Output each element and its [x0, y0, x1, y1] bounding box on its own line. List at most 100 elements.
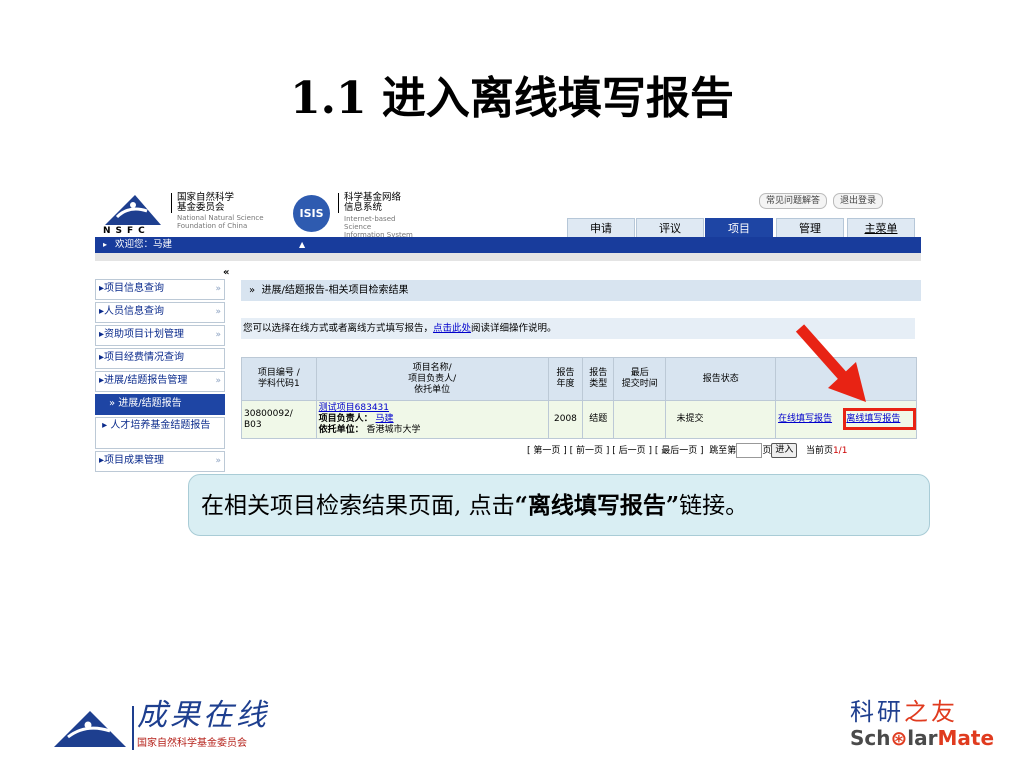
col-project-name: 项目名称/项目负责人/依托单位 — [315, 357, 549, 401]
welcome-text: 欢迎您：马建 — [115, 239, 173, 250]
footer-brand-left: 成果在线 国家自然科学基金委员会 — [137, 698, 269, 750]
divider-strip — [95, 253, 921, 261]
sidebar-collapse-icon[interactable]: « — [223, 267, 229, 278]
callout-suffix: 链接。 — [679, 493, 749, 519]
isis-en-name: Internet-based Science Information Syste… — [338, 215, 413, 239]
welcome-bar: ▸ 欢迎您：马建 ▲ — [95, 237, 921, 253]
col3-line2: 年度 — [556, 379, 575, 389]
sidebar-item-label: 进展/结题报告 — [118, 398, 182, 409]
sidebar-item-label: 资助项目计划管理 — [104, 329, 185, 340]
col-report-year: 报告 年度 — [547, 357, 584, 401]
current-page-value: 1/1 — [832, 446, 848, 456]
info-prefix: 您可以选择在线方式或者离线方式填写报告， — [243, 323, 434, 334]
brand-header: 国家自然科学 基金委员会 National Natural Science Fo… — [103, 191, 413, 240]
col5-line2: 提交时间 — [621, 379, 658, 389]
footer-left-cn: 成果在线 — [137, 698, 269, 733]
online-report-link[interactable]: 在线填写报告 — [778, 414, 832, 424]
col-report-type: 报告 类型 — [582, 357, 615, 401]
cell-project-info: 测试项目683431 项目负责人： 马建 依托单位： 香港城市大学 — [315, 400, 549, 439]
nsfc-letters: NSFC — [103, 226, 150, 236]
footer-divider — [132, 706, 134, 750]
cell-last-submit — [613, 400, 667, 439]
footer-right-cn-a: 科研 — [850, 698, 904, 726]
footer-brand-right: 科研之友 Sch⊛larMate — [850, 698, 994, 750]
pager-nav[interactable]: [ 第一页 ] [ 前一页 ] [ 后一页 ] [ 最后一页 ] — [527, 446, 704, 456]
nsfc-cn-line2: 基金委员会 — [177, 202, 225, 213]
current-page-label: 当前页 — [805, 446, 833, 456]
chevron-right-icon: » — [215, 307, 221, 317]
jump-suffix: 页 — [762, 446, 772, 456]
sidebar-item-project-query[interactable]: ▸项目信息查询» — [95, 279, 225, 300]
col3-line1: 报告 — [556, 368, 575, 378]
col2-line2: 项目负责人/ — [408, 373, 457, 384]
discipline-code: B03 — [244, 419, 262, 430]
org-name: 香港城市大学 — [366, 425, 421, 435]
tab-manage[interactable]: 管理 — [776, 218, 844, 238]
collapse-up-icon[interactable]: ▲ — [299, 237, 305, 253]
sidebar-item-label: 人才培养基金结题报告 — [110, 420, 211, 431]
callout-prefix: 在相关项目检索结果页面, 点击 — [201, 493, 515, 519]
col2-line1: 项目名称/ — [412, 362, 452, 373]
footer-right-en-b: lar — [907, 726, 938, 750]
sidebar-item-label: 人员信息查询 — [104, 306, 165, 317]
col-last-submit: 最后 提交时间 — [613, 357, 667, 401]
nsfc-en-line2: Foundation of China — [177, 222, 248, 230]
col-report-status: 报告状态 — [665, 357, 777, 401]
sidebar-item-report-manage[interactable]: ▸进展/结题报告管理» — [95, 371, 225, 392]
cell-year: 2008 — [547, 400, 584, 439]
slide-title: 1.1 进入离线填写报告 — [290, 73, 734, 124]
col5-line1: 最后 — [630, 368, 649, 378]
leader-label: 项目负责人： — [318, 414, 373, 424]
footer-left-sub: 国家自然科学基金委员会 — [137, 738, 247, 749]
footer-right-cn-b: 之友 — [904, 698, 958, 726]
sidebar-item-progress-report[interactable]: » 进展/结题报告 — [95, 394, 225, 415]
chevron-right-icon: » — [215, 456, 221, 466]
col2-line3: 依托单位 — [414, 384, 451, 395]
go-button[interactable]: 进入 — [771, 443, 798, 458]
project-name-link[interactable]: 测试项目683431 — [319, 403, 389, 413]
sidebar-item-talent-report[interactable]: ▸ 人才培养基金结题报告 — [95, 417, 225, 449]
footer-right-en-a: Sch — [850, 726, 891, 750]
results-heading-text: 进展/结题报告-相关项目检索结果 — [261, 285, 409, 296]
sidebar-item-plan-manage[interactable]: ▸资助项目计划管理» — [95, 325, 225, 346]
callout-emphasis: “离线填写报告” — [514, 492, 680, 519]
chevron-right-icon: » — [215, 376, 221, 386]
nsfc-en-name: National Natural Science Foundation of C… — [171, 214, 264, 230]
cell-type: 结题 — [582, 400, 615, 439]
pager: [ 第一页 ] [ 前一页 ] [ 后一页 ] [ 最后一页 ] 跳至第页进入 … — [527, 442, 917, 460]
chevron-right-icon: » — [215, 284, 221, 294]
nsfc-en-line1: National Natural Science — [177, 214, 264, 222]
col1-line1: 项目编号 / — [257, 368, 300, 378]
sidebar-item-person-query[interactable]: ▸人员信息查询» — [95, 302, 225, 323]
page-jump-input[interactable] — [736, 443, 763, 458]
cell-project-no: 30800092/B03 — [241, 400, 317, 439]
nsfc-cn-name: 国家自然科学 基金委员会 — [171, 193, 234, 213]
tab-apply[interactable]: 申请 — [567, 218, 635, 238]
footer-right-en-c: Mate — [937, 726, 995, 750]
isis-cn-name: 科学基金网络 信息系统 — [338, 193, 401, 213]
info-suffix: 阅读详细操作说明。 — [471, 323, 557, 334]
nsfc-logo-icon — [105, 195, 161, 225]
sidebar: ▸项目信息查询» ▸人员信息查询» ▸资助项目计划管理» ▸项目经费情况查询 ▸… — [95, 279, 225, 474]
jump-prefix: 跳至第 — [709, 446, 737, 456]
instruction-callout: 在相关项目检索结果页面, 点击“离线填写报告”链接。 — [188, 474, 930, 536]
project-no: 30800092/ — [244, 408, 293, 419]
footer-logo-icon — [54, 711, 126, 747]
sidebar-item-label: 进展/结题报告管理 — [104, 375, 188, 386]
highlight-box — [843, 408, 916, 430]
sidebar-item-achievement-manage[interactable]: ▸项目成果管理» — [95, 451, 225, 472]
col4-line2: 类型 — [589, 379, 608, 389]
tab-project[interactable]: 项目 — [705, 218, 773, 238]
chevron-right-icon: » — [215, 330, 221, 340]
leader-link[interactable]: 马建 — [376, 414, 394, 424]
isis-logo-icon: ISIS — [293, 195, 330, 232]
pointer-arrow-icon — [795, 324, 866, 402]
tab-main-menu[interactable]: 主菜单 — [847, 218, 915, 238]
sidebar-item-label: 项目经费情况查询 — [104, 352, 185, 363]
sidebar-item-label: 项目信息查询 — [104, 283, 165, 294]
help-link[interactable]: 点击此处 — [433, 323, 471, 334]
faq-button[interactable]: 常见问题解答 — [759, 193, 828, 209]
tab-review[interactable]: 评议 — [636, 218, 704, 238]
logout-button[interactable]: 退出登录 — [833, 193, 884, 209]
sidebar-item-funding-query[interactable]: ▸项目经费情况查询 — [95, 348, 225, 369]
